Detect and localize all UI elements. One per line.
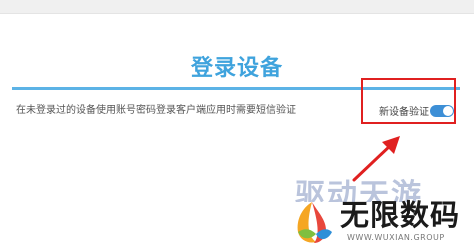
top-bar: [0, 0, 474, 14]
highlight-box: [361, 78, 456, 124]
watermark-logo-icon: [297, 202, 332, 243]
watermark-brand-text: 无限数码: [340, 198, 461, 232]
setting-description: 在未登录过的设备使用账号密码登录客户端应用时需要短信验证: [16, 105, 296, 116]
watermark-url-text: WWW.WUXIAN.GROUP: [347, 233, 445, 242]
